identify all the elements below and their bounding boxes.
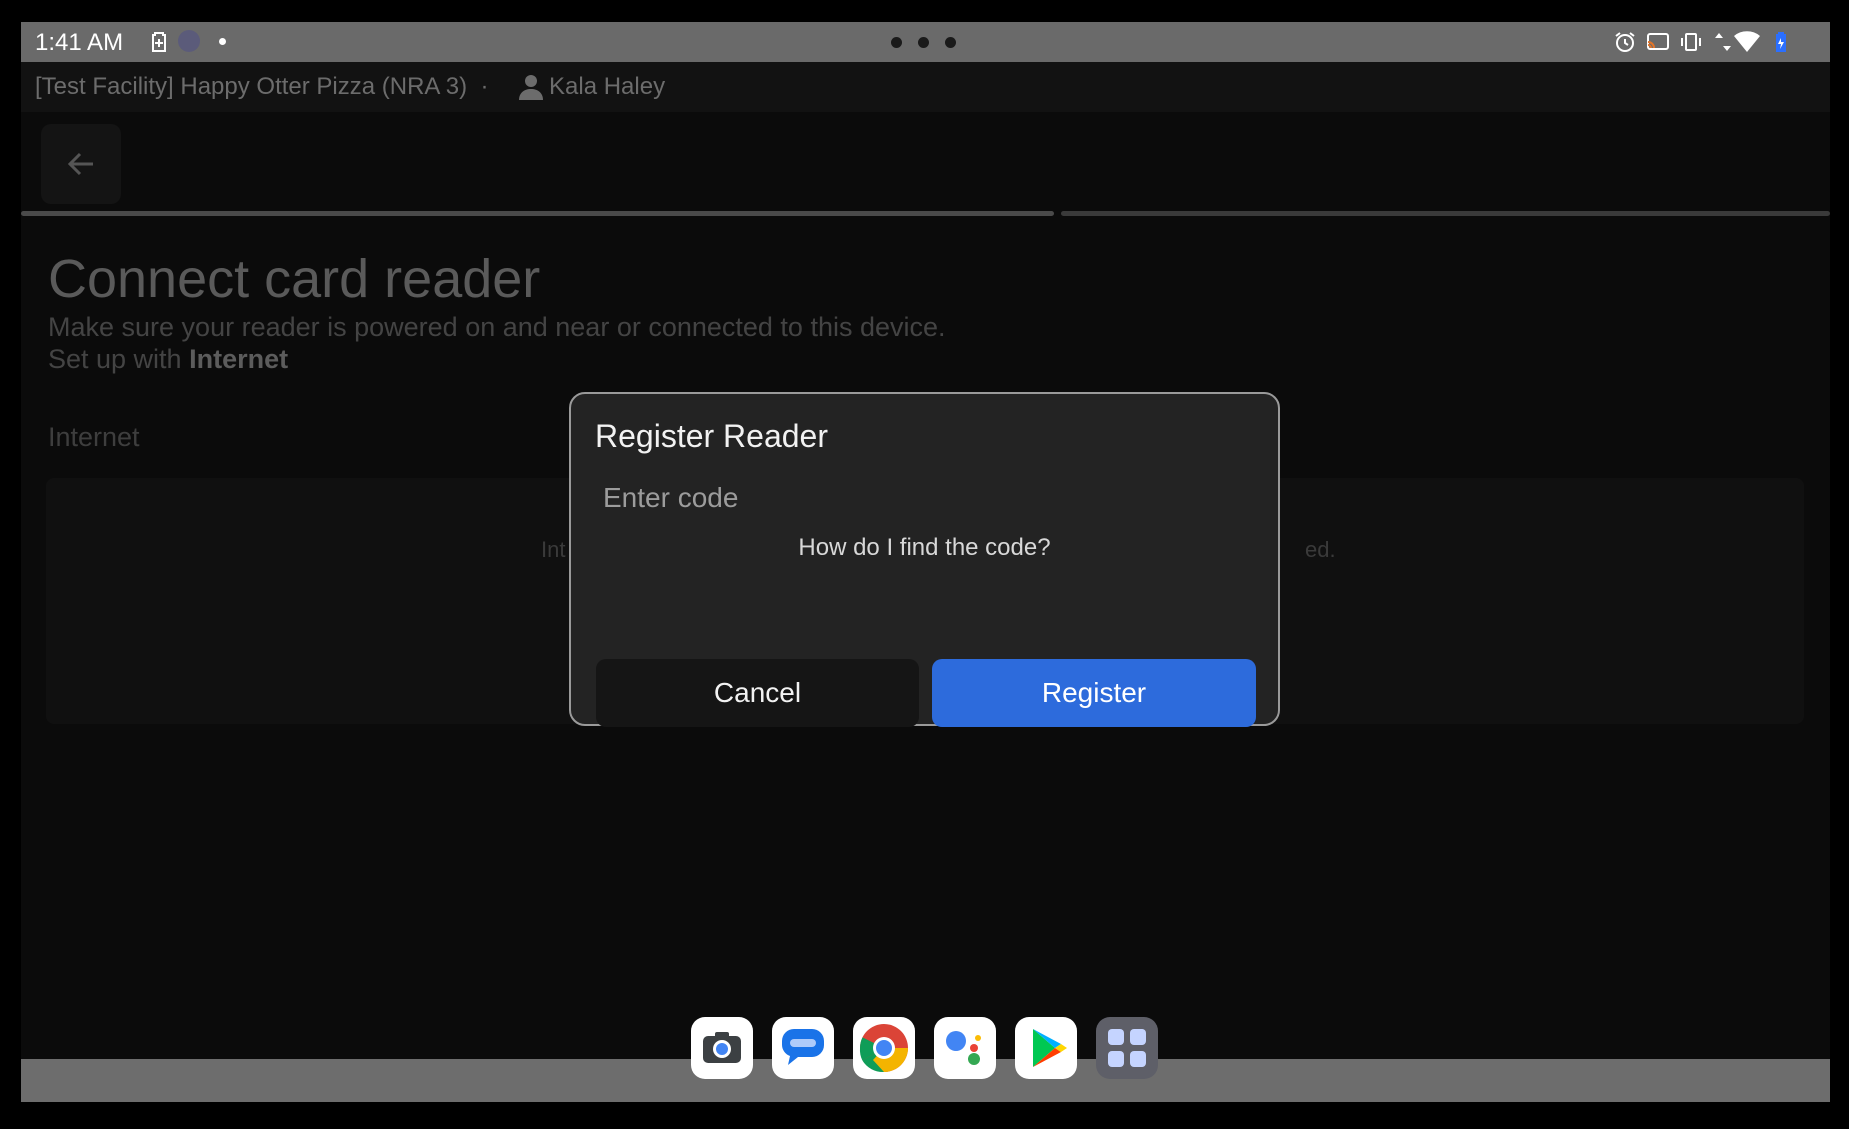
dialog-title: Register Reader	[595, 418, 828, 454]
battery-saver-icon	[152, 32, 166, 52]
alarm-icon	[1615, 32, 1635, 52]
dot-indicator-icon	[219, 38, 226, 45]
progress-step-1	[21, 211, 1054, 216]
panel-text-fragment: ed.	[1305, 537, 1336, 562]
setup-method-line: Set up with Internet	[48, 344, 288, 375]
progress-step-2	[1061, 211, 1830, 216]
data-arrows-icon	[1715, 33, 1731, 51]
back-button[interactable]	[41, 124, 121, 204]
page-title: Connect card reader	[48, 249, 541, 309]
status-bar: 1:41 AM	[21, 22, 1830, 62]
setup-method[interactable]: Internet	[189, 344, 288, 374]
notification-dot-icon	[178, 30, 200, 52]
play-store-app-icon[interactable]	[1015, 1017, 1077, 1079]
messages-app-icon[interactable]	[772, 1017, 834, 1079]
battery-icon	[1776, 32, 1786, 52]
user-icon	[519, 75, 543, 100]
chrome-app-icon[interactable]	[853, 1017, 915, 1079]
user-name: Kala Haley	[549, 73, 666, 100]
tablet-screen: 1:41 AM [Test Facility] Happy Otter Pizz…	[21, 22, 1830, 1102]
panel-text-fragment: Int	[541, 537, 566, 562]
facility-name: [Test Facility] Happy Otter Pizza (NRA 3…	[35, 73, 489, 100]
status-time: 1:41 AM	[35, 29, 124, 56]
wifi-icon	[1734, 31, 1760, 52]
menu-dot-icon[interactable]	[945, 37, 956, 48]
cancel-button[interactable]: Cancel	[596, 659, 919, 727]
back-arrow-icon	[67, 152, 93, 176]
vibrate-icon	[1681, 33, 1701, 51]
code-input[interactable]	[595, 474, 1271, 522]
assistant-app-icon[interactable]	[934, 1017, 996, 1079]
register-button[interactable]: Register	[932, 659, 1256, 727]
menu-dot-icon[interactable]	[891, 37, 902, 48]
setup-prefix: Set up with	[48, 344, 182, 374]
app-header: [Test Facility] Happy Otter Pizza (NRA 3…	[21, 62, 1830, 112]
menu-dot-icon[interactable]	[918, 37, 929, 48]
header-separator: ·	[480, 73, 489, 100]
register-reader-dialog: Register Reader How do I find the code? …	[569, 392, 1280, 727]
cast-icon	[1647, 33, 1669, 50]
device-frame: 1:41 AM [Test Facility] Happy Otter Pizz…	[0, 0, 1849, 1129]
app-dock	[691, 1017, 1161, 1081]
camera-app-icon[interactable]	[691, 1017, 753, 1079]
section-label: Internet	[48, 422, 140, 452]
find-code-help-link[interactable]: How do I find the code?	[571, 534, 1278, 562]
page-subtitle: Make sure your reader is powered on and …	[48, 312, 946, 342]
app-drawer-icon[interactable]	[1096, 1017, 1158, 1079]
